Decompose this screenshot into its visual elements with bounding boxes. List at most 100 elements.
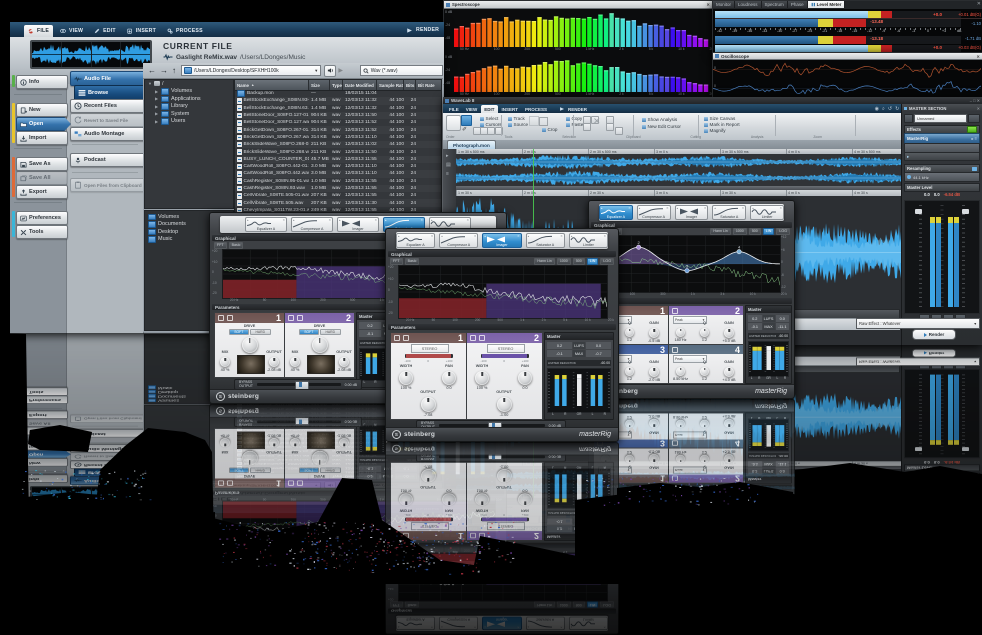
tree-item-users[interactable]: ▶Users — [145, 118, 233, 126]
output-slider-handle[interactable] — [676, 403, 690, 411]
ribbon-item-show-analysis[interactable]: Show Analysis — [642, 519, 677, 523]
table-row[interactable]: Backup.mon—18/02/15 11:04 — [235, 90, 441, 97]
ribbon-item-copy[interactable]: Copy — [566, 520, 582, 524]
module-button-imager[interactable]: Imager▴✕ — [675, 205, 709, 220]
table-row[interactable]: BellStoneDoor_S08FO.127-01.wav904 KBwav1… — [235, 112, 441, 119]
sidebar-item-preferences[interactable]: Preferences — [16, 211, 68, 225]
knob[interactable] — [399, 371, 413, 385]
close-icon[interactable]: ✕ — [977, 106, 980, 111]
effect-slot-empty-1[interactable] — [904, 495, 980, 503]
module-button-imager[interactable]: Imager▴✕ — [482, 617, 521, 631]
graph-tool-lin[interactable]: LIN — [475, 547, 487, 553]
knob[interactable] — [700, 455, 709, 463]
menu-tab-insert[interactable]: INSERT — [123, 505, 160, 512]
module-button-saturator-a[interactable]: Saturator A▴✕ — [712, 560, 746, 574]
knob[interactable] — [649, 367, 659, 377]
table-row[interactable]: CashRegister_S08IN.95-01.wav1.0 MBwav12/… — [235, 178, 441, 185]
doc-tab[interactable]: Photograph.mon — [447, 498, 496, 505]
ribbon-mini-button[interactable] — [583, 517, 591, 523]
knob[interactable] — [312, 451, 328, 466]
ribbon-bigbutton-2[interactable] — [461, 115, 472, 126]
search-field[interactable]: Wav (*.wav) — [360, 482, 443, 488]
sidebar-item-open[interactable]: Open — [16, 450, 71, 458]
table-row[interactable]: CashRegister_S08IN.93.wav1.0 MBwav12/03/… — [235, 185, 441, 192]
knob[interactable] — [625, 328, 634, 337]
resampling-slot[interactable]: 44.1 kHz — [904, 172, 980, 182]
tree-item-root[interactable]: ▼/ — [145, 80, 233, 88]
quick-tool-icon[interactable]: ↺ — [888, 527, 892, 532]
montage-tab-process[interactable]: PROCESS — [522, 526, 550, 532]
panel-power-icon[interactable] — [288, 480, 294, 486]
ribbon-item-size-canvas[interactable]: Size Canvas — [704, 116, 735, 121]
sidebar-item-new[interactable]: New — [16, 103, 68, 117]
quick-tool-icon[interactable]: ◉ — [875, 106, 879, 112]
knob[interactable] — [339, 357, 349, 367]
close-icon[interactable]: ✕ — [706, 2, 710, 7]
knob[interactable] — [700, 420, 709, 428]
knob[interactable] — [724, 367, 734, 377]
graph-tool-1000[interactable]: 1000 — [733, 228, 747, 235]
preset-tools-icon[interactable] — [968, 114, 980, 123]
panel-power-icon[interactable] — [218, 315, 224, 321]
column-header-size[interactable]: Size — [309, 474, 330, 480]
preset-field[interactable]: Unnamed — [914, 519, 967, 526]
panel-power-icon[interactable] — [470, 533, 476, 538]
module-button-saturator-a[interactable]: Saturator A▴✕ — [383, 562, 425, 576]
preset-icon[interactable] — [904, 114, 913, 123]
knob[interactable] — [676, 367, 685, 376]
module-button-limiter[interactable]: Limiter▴✕ — [750, 205, 784, 220]
submenu-item-podcast[interactable]: Podcast — [70, 429, 148, 437]
column-header-type[interactable]: Type — [330, 80, 343, 90]
sidebar-item-import[interactable]: Import — [16, 442, 68, 450]
master-mini-button[interactable] — [955, 363, 966, 369]
montage-tab-insert[interactable]: INSERT — [499, 105, 522, 113]
submenu-item-open-files-from-clipboard[interactable]: Open Files from Clipboard — [70, 415, 148, 423]
module-button-imager[interactable]: Imager▴✕ — [675, 560, 709, 574]
forward-button[interactable]: → — [160, 66, 168, 75]
meter-tab-monitor[interactable]: Monitor — [713, 1, 735, 8]
graph-tool-fft[interactable]: FFT — [593, 547, 606, 553]
module-button-limiter[interactable]: Limiter▴✕ — [750, 560, 784, 574]
ribbon-mini-button[interactable] — [495, 509, 503, 515]
tree-item-root[interactable]: ▼/ — [145, 475, 233, 479]
panel-solo-icon[interactable] — [297, 480, 303, 486]
menu-tab-render[interactable]: RENDER — [402, 505, 443, 512]
knob[interactable] — [475, 493, 489, 506]
module-button-saturator-a[interactable]: Saturator A▴✕ — [526, 617, 565, 631]
menu-tab-view[interactable]: VIEW — [56, 25, 87, 37]
montage-tab-edit[interactable]: EDIT — [481, 105, 497, 113]
panel-power-icon[interactable] — [672, 347, 678, 353]
panel-power-icon[interactable] — [470, 335, 476, 341]
knob[interactable] — [269, 438, 279, 447]
quick-tool-icon[interactable]: ⌕ — [882, 106, 885, 112]
submenu-item-audio-file[interactable]: Audio File — [70, 476, 148, 485]
ribbon-mini-button[interactable] — [473, 509, 481, 515]
column-header-date-modified[interactable]: Date Modified — [343, 474, 377, 480]
column-header-bit-rate[interactable]: Bit Rate — [416, 474, 442, 480]
module-button-compressor-a[interactable]: Compressor A▴✕ — [291, 217, 333, 232]
ribbon-item-new-edit-cursor[interactable]: New Edit Cursor — [642, 124, 681, 129]
ribbon-item-track[interactable]: Track — [508, 520, 525, 524]
sidebar-item-export[interactable]: Export — [16, 411, 68, 419]
menu-tab-edit[interactable]: EDIT — [90, 25, 120, 37]
module-button-compressor-a[interactable]: Compressor A▴✕ — [439, 233, 478, 248]
graph-tool-500[interactable]: 500 — [749, 228, 761, 235]
ribbon-item-new-edit-cursor[interactable]: New Edit Cursor — [642, 513, 681, 517]
ribbon-mini-button[interactable] — [615, 127, 623, 135]
graph-tool-hann-lin[interactable]: Hann Lin — [534, 602, 554, 608]
module-button-equalizer-a[interactable]: Equalizer A▴✕ — [245, 562, 287, 576]
graph-tool-hann-lin[interactable]: Hann Lin — [710, 547, 730, 553]
panel-solo-icon[interactable] — [227, 480, 233, 486]
panel-solo-icon[interactable] — [479, 335, 485, 341]
close-icon[interactable]: ✕ — [977, 528, 980, 532]
graph-tool-1000[interactable]: 1000 — [557, 602, 571, 608]
graph-tool-lin[interactable]: LIN — [763, 228, 775, 235]
ribbon-item-cursors[interactable]: Cursors — [480, 515, 502, 519]
sidebar-item-tools[interactable]: Tools — [16, 388, 68, 396]
ribbon-item-magnify[interactable]: Magnify — [704, 510, 726, 514]
module-button-compressor-a[interactable]: Compressor A▴✕ — [637, 205, 671, 220]
up-button[interactable]: ↑ — [172, 66, 176, 75]
graph-tool-fft[interactable]: FFT — [390, 258, 403, 265]
knob[interactable] — [442, 493, 456, 506]
column-header-date-modified[interactable]: Date Modified — [343, 80, 377, 90]
